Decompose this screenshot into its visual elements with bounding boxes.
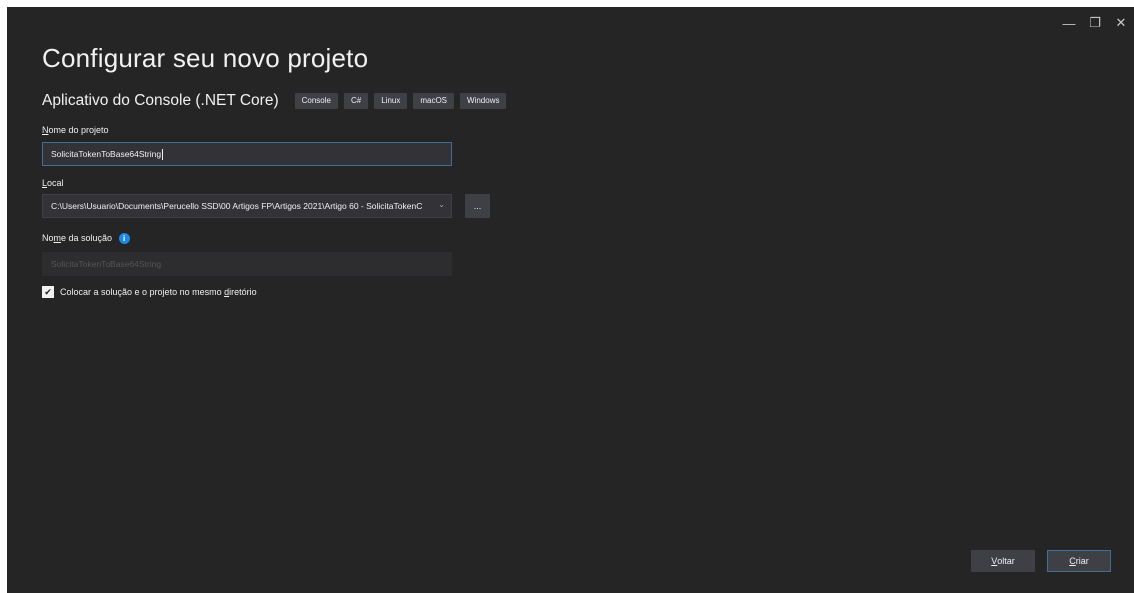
tag-windows: Windows — [460, 93, 507, 109]
restore-icon[interactable]: ❐ — [1082, 13, 1108, 33]
solution-name-input: SolicitaTokenToBase64String — [42, 252, 452, 276]
info-icon[interactable]: i — [118, 233, 130, 245]
browse-button[interactable]: ... — [465, 194, 490, 218]
create-button[interactable]: Criar — [1047, 550, 1111, 572]
project-name-label-text: ome do projeto — [48, 125, 109, 135]
same-directory-checkbox[interactable]: ✔ — [42, 286, 54, 298]
back-button[interactable]: Voltar — [971, 550, 1035, 572]
project-name-value: SolicitaTokenToBase64String — [51, 149, 162, 159]
tag-console: Console — [294, 93, 338, 109]
create-project-dialog: — ❐ ✕ Configurar seu novo projeto Aplica… — [7, 7, 1134, 593]
page-title: Configurar seu novo projeto — [42, 43, 369, 73]
location-value: C:\Users\Usuario\Documents\Perucello SSD… — [51, 201, 423, 211]
solution-name-label-pre: No — [42, 233, 54, 243]
tag-macos: macOS — [413, 93, 455, 109]
location-label: Local — [42, 178, 64, 188]
text-caret — [162, 148, 164, 160]
same-directory-option[interactable]: ✔ Colocar a solução e o projeto no mesmo… — [42, 286, 257, 298]
template-name: Aplicativo do Console (.NET Core) — [42, 92, 279, 109]
project-name-label: Nome do projeto — [42, 125, 109, 135]
solution-name-label-accel: m — [53, 233, 62, 243]
create-button-label: riar — [1075, 556, 1089, 566]
same-directory-label: Colocar a solução e o projeto no mesmo d… — [60, 287, 257, 297]
location-label-text: ocal — [47, 178, 64, 188]
solution-name-value: SolicitaTokenToBase64String — [51, 259, 162, 269]
chevron-down-icon[interactable]: ⌄ — [438, 200, 445, 209]
solution-name-label-post: e da solução — [61, 233, 113, 243]
solution-name-label: Nome da solução i — [42, 233, 130, 245]
minimize-icon[interactable]: — — [1056, 13, 1082, 33]
location-combobox[interactable]: C:\Users\Usuario\Documents\Perucello SSD… — [42, 194, 452, 218]
same-directory-label-post: iretório — [229, 287, 257, 297]
window-controls: — ❐ ✕ — [1056, 13, 1134, 33]
template-row: Aplicativo do Console (.NET Core) Consol… — [42, 92, 507, 110]
project-name-input[interactable]: SolicitaTokenToBase64String — [42, 142, 452, 166]
close-icon[interactable]: ✕ — [1108, 13, 1134, 33]
tag-csharp: C# — [343, 93, 369, 109]
tag-linux: Linux — [374, 93, 408, 109]
same-directory-label-pre: Colocar a solução e o projeto no mesmo — [60, 287, 225, 297]
back-button-label: oltar — [997, 556, 1015, 566]
